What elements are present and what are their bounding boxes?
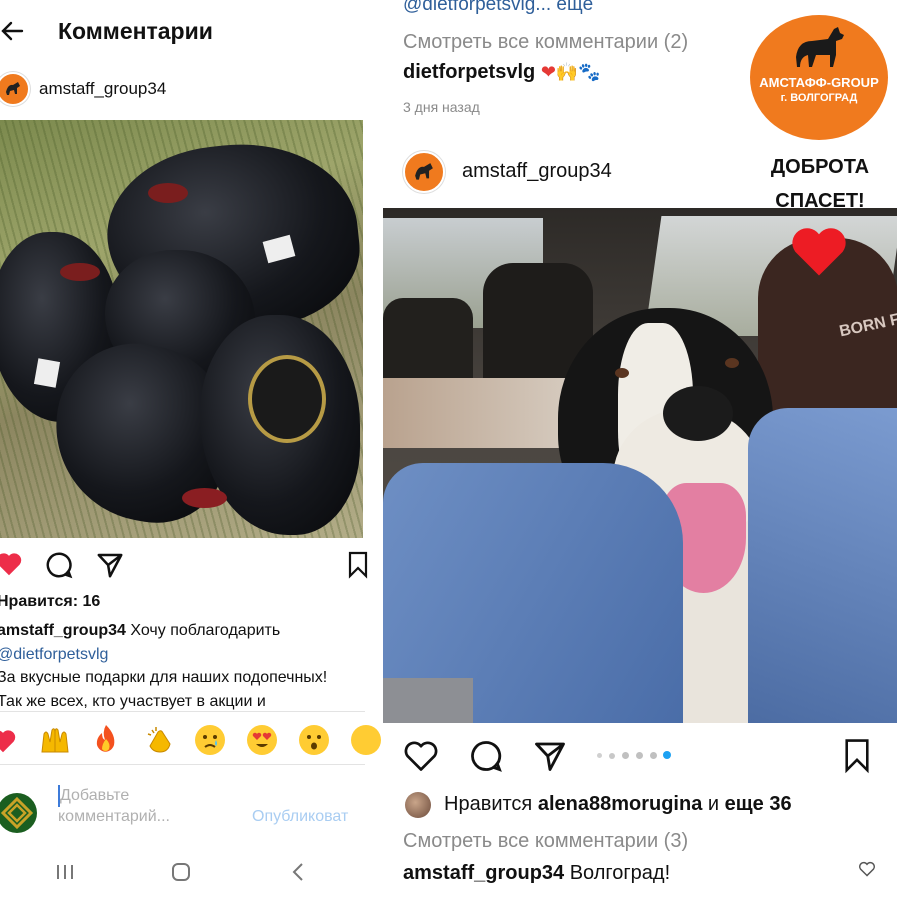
like-heart-icon[interactable]: [0, 549, 24, 579]
publish-button[interactable]: Опубликоват: [252, 808, 348, 826]
carousel-dot: [597, 753, 602, 758]
share-icon[interactable]: [95, 550, 125, 580]
carousel-dot: [609, 753, 615, 759]
fire-icon[interactable]: [92, 723, 120, 757]
likes-line[interactable]: Нравится alena88morugina и еще 36: [444, 793, 792, 816]
surprised-face-icon[interactable]: [299, 725, 329, 755]
page-title: Комментарии: [58, 18, 213, 44]
post-username[interactable]: amstaff_group34: [39, 79, 166, 99]
mention-more[interactable]: @dietforpetsvlg... ещё: [403, 0, 593, 16]
like-icon[interactable]: [403, 739, 439, 773]
post-username[interactable]: amstaff_group34: [462, 160, 612, 183]
caption-line: За вкусные подарки для наших подопечных!: [0, 669, 328, 686]
home-icon[interactable]: [170, 861, 192, 883]
share-icon[interactable]: [532, 738, 568, 774]
nav-back-icon[interactable]: [288, 861, 308, 883]
recent-apps-icon[interactable]: [54, 862, 76, 882]
carousel-dot: [636, 752, 643, 759]
comment-input-placeholder: комментарий...: [58, 808, 170, 825]
comment-icon[interactable]: [468, 738, 504, 774]
carousel-dot: [650, 752, 657, 759]
likes-rest[interactable]: еще 36: [725, 793, 792, 815]
carousel-dot: [622, 752, 629, 759]
comment-input-placeholder: Добавьте: [60, 787, 130, 804]
heart-reaction-icon[interactable]: [0, 726, 18, 756]
heart-eyes-face-icon[interactable]: [247, 725, 277, 755]
divider: [0, 711, 365, 712]
heart-sticker-icon: [789, 223, 849, 278]
mention-more-text: @dietforpetsvlg... ещё: [403, 0, 594, 15]
crying-face-icon[interactable]: [195, 725, 225, 755]
comment: amstaff_group34 Волгоград!: [403, 862, 670, 885]
group-logo: АМСТАФФ-GROUP г. ВОЛГОГРАД: [750, 15, 888, 140]
comment-username[interactable]: dietforpetsvlg: [403, 61, 535, 83]
view-all-comments[interactable]: Смотреть все комментарии (2): [403, 31, 688, 54]
likes-prefix: Нравится: [444, 793, 533, 815]
comment-text: ❤🙌🐾: [540, 62, 601, 83]
post-photo: [0, 120, 363, 538]
liker-username[interactable]: alena88morugina: [538, 793, 703, 815]
comment-input[interactable]: Добавьте комментарий...: [56, 785, 246, 835]
dog-silhouette-icon: [796, 27, 844, 67]
comment-like-icon[interactable]: [858, 861, 876, 877]
clapping-hands-icon[interactable]: [144, 724, 176, 756]
post-photo: BORN FR: [383, 208, 897, 723]
likes-middle: и: [707, 793, 720, 815]
divider: [0, 764, 365, 765]
avatar[interactable]: [0, 72, 30, 106]
bookmark-icon[interactable]: [347, 551, 369, 579]
liker-avatar[interactable]: [405, 792, 431, 818]
comment-icon[interactable]: [44, 550, 74, 580]
partial-emoji-icon[interactable]: [351, 725, 381, 755]
timestamp: 3 дня назад: [403, 99, 480, 115]
carousel-dot-active: [663, 751, 671, 759]
user-avatar[interactable]: [0, 793, 37, 833]
carousel-indicator: [597, 750, 672, 760]
logo-title: АМСТАФФ-GROUP: [759, 75, 879, 90]
raised-hands-icon[interactable]: [38, 724, 72, 756]
caption-text: Хочу поблагодарить: [130, 622, 281, 639]
caption: amstaff_group34 Хочу поблагодарить @diet…: [0, 619, 367, 713]
caption-mention[interactable]: @dietforpetsvlg: [0, 643, 367, 667]
view-all-comments[interactable]: Смотреть все комментарии (3): [403, 830, 688, 853]
bookmark-icon[interactable]: [842, 738, 872, 774]
likes-count[interactable]: Нравится: 16: [0, 593, 100, 611]
comment-username[interactable]: amstaff_group34: [403, 862, 564, 884]
reaction-bar: [0, 718, 381, 762]
caption-username[interactable]: amstaff_group34: [0, 622, 126, 639]
left-screenshot: Комментарии amstaff_group34 Нравится: 16…: [0, 0, 381, 900]
slogan-line: ДОБРОТА: [770, 156, 870, 178]
caption-line: Так же всех, кто участвует в акции и: [0, 692, 266, 710]
comment: dietforpetsvlg ❤🙌🐾: [403, 61, 601, 84]
logo-city: г. ВОЛГОГРАД: [780, 92, 858, 104]
back-arrow-icon[interactable]: [0, 16, 26, 46]
right-screenshot: @dietforpetsvlg... ещё Смотреть все комм…: [382, 0, 900, 900]
avatar[interactable]: [403, 151, 445, 193]
comment-text: Волгоград!: [569, 862, 671, 884]
